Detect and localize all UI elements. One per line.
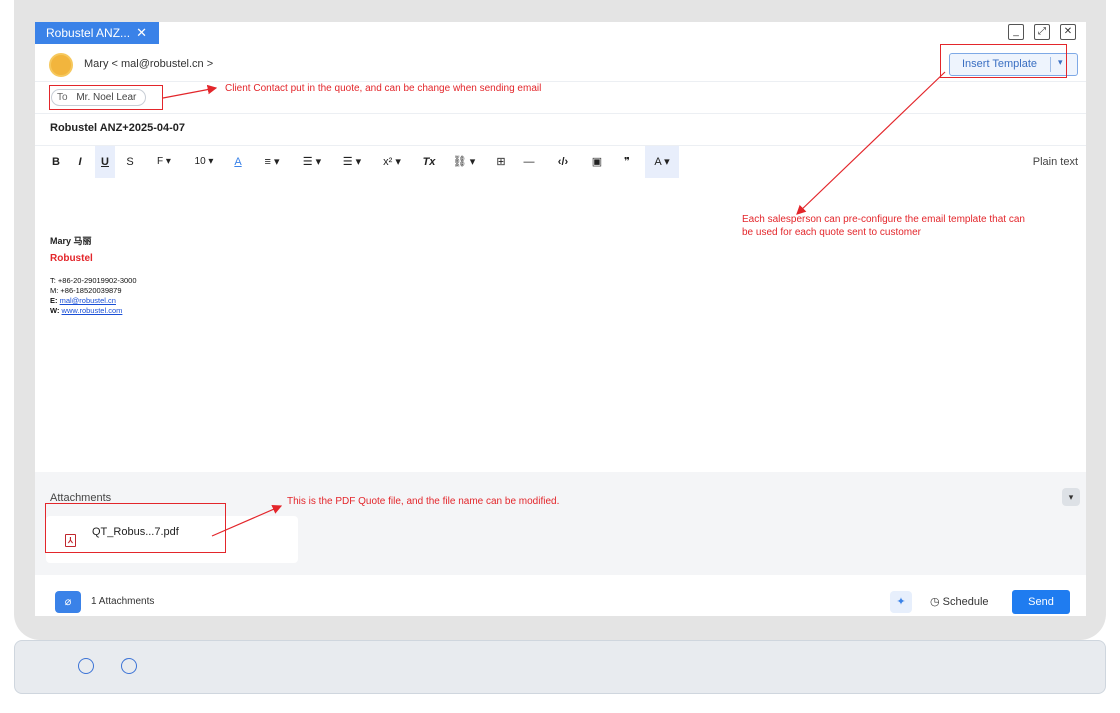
- annotation-pdf-text: This is the PDF Quote file, and the file…: [287, 496, 560, 507]
- indent-icon[interactable]: ☰ ▾: [337, 146, 367, 178]
- clock-icon: ◷: [930, 596, 943, 608]
- signature-web-row: W: www.robustel.com: [50, 306, 122, 315]
- from-address[interactable]: Mary < mal@robustel.cn >: [84, 58, 213, 70]
- signature-web-link[interactable]: www.robustel.com: [62, 306, 123, 315]
- minimize-icon[interactable]: _: [1008, 24, 1024, 40]
- tab-close-icon[interactable]: ✕: [136, 22, 147, 44]
- attach-paperclip-button[interactable]: ⌀: [55, 591, 81, 613]
- email-label: E:: [50, 296, 60, 305]
- from-row: Mary < mal@robustel.cn > Insert Template…: [35, 44, 1086, 82]
- spellcheck-icon[interactable]: A ▾: [645, 146, 679, 178]
- tab-title: Robustel ANZ...: [46, 26, 131, 40]
- subject-row: Robustel ANZ+2025-04-07: [35, 114, 1086, 146]
- annotation-contact-text: Client Contact put in the quote, and can…: [225, 83, 542, 94]
- tab-robustel-anz[interactable]: Robustel ANZ... ✕: [35, 22, 159, 44]
- bold-button[interactable]: B: [49, 146, 63, 178]
- quote-icon[interactable]: ❞: [619, 146, 635, 178]
- align-icon[interactable]: ≡ ▾: [257, 146, 287, 178]
- annotation-template-text-1: Each salesperson can pre-configure the e…: [742, 214, 1025, 225]
- strikethrough-button[interactable]: S: [123, 146, 137, 178]
- superscript-icon[interactable]: x² ▾: [377, 146, 407, 178]
- indicator-dot-2: [121, 658, 137, 674]
- image-icon[interactable]: ▣: [589, 146, 605, 178]
- attachment-count: 1 Attachments: [91, 596, 155, 607]
- font-family-select[interactable]: F ▾: [149, 146, 179, 178]
- link-icon[interactable]: ⛓ ▾: [449, 146, 479, 178]
- schedule-label: Schedule: [942, 596, 989, 608]
- signature-email-row: E: mal@robustel.cn: [50, 296, 116, 305]
- collapse-chevron-icon[interactable]: ▾: [1062, 488, 1080, 506]
- code-icon[interactable]: ‹/›: [551, 146, 575, 178]
- clear-format-icon[interactable]: Tx: [421, 146, 437, 178]
- device-bottom-bar: [14, 640, 1106, 694]
- signature-name: Mary 马丽: [50, 236, 92, 246]
- underline-button[interactable]: U: [95, 146, 115, 178]
- signature-company: Robustel: [50, 253, 93, 264]
- annotation-template-text-2: be used for each quote sent to customer: [742, 227, 921, 238]
- formatting-toolbar: B I U S F ▾ 10 ▾ A ≡ ▾ ☰ ▾ ☰ ▾ x² ▾ Tx ⛓…: [35, 146, 1086, 178]
- to-row: To Mr. Noel Lear: [35, 82, 1086, 114]
- bullet-list-icon[interactable]: ☰ ▾: [297, 146, 327, 178]
- schedule-button[interactable]: ◷ Schedule: [930, 595, 989, 608]
- magic-wand-button[interactable]: ✦: [890, 591, 912, 613]
- annotation-box-attachment: [45, 503, 226, 553]
- indicator-dot-1: [78, 658, 94, 674]
- send-button[interactable]: Send: [1012, 590, 1070, 614]
- avatar: [49, 53, 73, 77]
- font-size-select[interactable]: 10 ▾: [189, 146, 219, 178]
- horizontal-rule-icon[interactable]: —: [521, 146, 537, 178]
- annotation-box-recipient: [49, 85, 163, 110]
- signature-phone-t: T: +86-20-29019902-3000: [50, 276, 137, 285]
- web-label: W:: [50, 306, 62, 315]
- table-icon[interactable]: ⊞: [493, 146, 509, 178]
- italic-button[interactable]: I: [73, 146, 87, 178]
- annotation-box-template: [940, 44, 1067, 78]
- plain-text-toggle[interactable]: Plain text: [1033, 146, 1078, 178]
- maximize-icon[interactable]: ⤢: [1034, 24, 1050, 40]
- text-color-button[interactable]: A: [231, 146, 245, 178]
- subject-field[interactable]: Robustel ANZ+2025-04-07: [50, 122, 185, 134]
- signature-phone-m: M: +86-18520039879: [50, 286, 122, 295]
- signature-email-link[interactable]: mal@robustel.cn: [60, 296, 116, 305]
- compose-footer: ⌀ 1 Attachments ✦ ◷ Schedule Send: [35, 575, 1086, 616]
- close-icon[interactable]: ✕: [1060, 24, 1076, 40]
